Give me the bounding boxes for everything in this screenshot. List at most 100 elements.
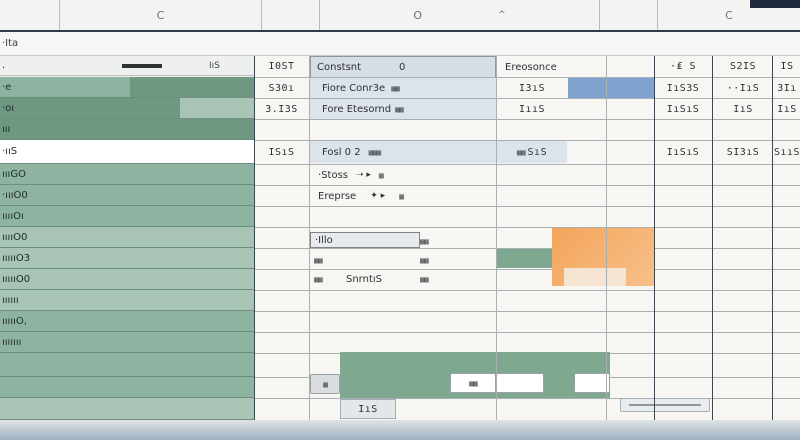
- col-header-e[interactable]: S2IS: [714, 56, 772, 76]
- cell-a3[interactable]: ISıS: [254, 141, 309, 163]
- row-label: ıııGO: [2, 168, 26, 180]
- cell-e3[interactable]: SI3ıS: [714, 141, 772, 163]
- cell-d2[interactable]: IıSıS: [654, 99, 712, 119]
- input-box[interactable]: [574, 373, 610, 393]
- cell-e1[interactable]: ··IıS: [714, 78, 772, 98]
- cell-b1[interactable]: Fiore Conr3e ▦▦: [310, 78, 496, 98]
- cell-b6-label: ·Illo: [315, 234, 333, 246]
- col-header-c[interactable]: Ereosonce: [497, 56, 567, 78]
- cell-f3[interactable]: SııS: [774, 141, 800, 163]
- col-divider: [712, 56, 713, 420]
- toolbar-cell-3[interactable]: [262, 0, 320, 30]
- row-label: ·e: [2, 81, 12, 93]
- glyph-cluster: ▦▦: [391, 83, 400, 93]
- toolbar-cell-4-label: O: [413, 8, 423, 22]
- row-item[interactable]: ıııııO3: [0, 248, 254, 269]
- cell-f2[interactable]: IıS: [774, 99, 800, 119]
- bottom-bar: [0, 420, 800, 440]
- cell-c1[interactable]: I3ıS: [497, 78, 567, 98]
- cell-b3-label: Fosl 0 2: [322, 146, 361, 158]
- cell-a1[interactable]: S30ı: [254, 78, 309, 98]
- row-item[interactable]: [0, 377, 254, 398]
- row-item[interactable]: ııııııı: [0, 332, 254, 353]
- col-divider: [654, 56, 655, 420]
- row-item[interactable]: ıııııO0: [0, 269, 254, 290]
- col-divider: [606, 56, 607, 420]
- cell-b4[interactable]: ·Stoss ➝ ▸ ▦: [316, 165, 496, 185]
- row-divider: [254, 269, 800, 270]
- row-label: ·oı: [2, 102, 15, 114]
- row-divider: [254, 332, 800, 333]
- row-item[interactable]: [0, 398, 254, 420]
- toolbar-cell-1[interactable]: [0, 0, 60, 30]
- cell-d3[interactable]: IıSıS: [654, 141, 712, 163]
- arrow-right-icon: ➝ ▸: [356, 170, 371, 180]
- row-label: ıııııı: [2, 294, 19, 306]
- cell-e2[interactable]: IıS: [714, 99, 772, 119]
- cell-grid: I0ST Constsnt 0 Ereosonce ·₤ S S2IS IS S…: [254, 56, 800, 420]
- row-label: ııııııı: [2, 336, 22, 348]
- row-item[interactable]: ııııOı: [0, 206, 254, 227]
- cell-c2[interactable]: IııS: [497, 99, 567, 119]
- cell-d1[interactable]: IıS3S: [654, 78, 712, 98]
- row-fill: [130, 77, 254, 97]
- scrollbar-thumb[interactable]: [629, 404, 701, 406]
- col-header-b-mid: 0: [399, 61, 406, 73]
- glyph-cluster: ▦▦: [395, 104, 404, 114]
- row-item[interactable]: ·ıııO0: [0, 185, 254, 206]
- cell-bottom-a[interactable]: IıS: [340, 399, 396, 419]
- glyph-cluster: ▦▦: [420, 255, 429, 265]
- glyph-box[interactable]: ▦: [310, 374, 340, 394]
- spreadsheet-window: C O ^ C ·Ita . IıS ·e ·oı ııı ·ııS ıııGO…: [0, 0, 800, 440]
- glyph-cluster: ▦▦: [314, 255, 323, 265]
- toolbar-cell-4[interactable]: O ^: [320, 0, 600, 30]
- glyph-cluster: ▦▦: [420, 236, 429, 246]
- col-header-a[interactable]: I0ST: [254, 56, 309, 76]
- glyph-cluster: ▦▦▦: [368, 147, 381, 157]
- cell-b6[interactable]: ·Illo: [310, 232, 420, 248]
- row-item[interactable]: ıııııO,: [0, 311, 254, 332]
- row-item[interactable]: ·e: [0, 77, 254, 98]
- col-header-f[interactable]: IS: [774, 56, 800, 76]
- glyph-cluster: ▦: [399, 191, 404, 201]
- row-header-column: . IıS ·e ·oı ııı ·ııS ıııGO ·ıııO0 ııııO…: [0, 56, 254, 420]
- toolbar-cell-5[interactable]: [600, 0, 658, 30]
- row-item-selected[interactable]: ·ııS: [0, 140, 254, 164]
- row-item[interactable]: ·oı: [0, 98, 254, 119]
- col-header-b[interactable]: Constsnt 0: [310, 56, 496, 78]
- glyph-cluster: ▦▦: [420, 274, 429, 284]
- row-divider: [254, 398, 800, 399]
- cell-b3[interactable]: Fosl 0 2 ▦▦▦: [310, 141, 496, 163]
- row-item[interactable]: ıııııı: [0, 290, 254, 311]
- row-item[interactable]: ııı: [0, 119, 254, 140]
- toolbar-cell-2[interactable]: C: [60, 0, 262, 30]
- cell-b5[interactable]: Ereprse ✦ ▸ ▦: [316, 186, 496, 206]
- horizontal-scrollbar[interactable]: [620, 398, 710, 412]
- name-box[interactable]: ·Ita: [0, 32, 800, 56]
- toolbar: C O ^ C: [0, 0, 800, 32]
- cell-b2[interactable]: Fore Etesornd ▦▦: [310, 99, 496, 119]
- cell-f1[interactable]: 3Iı: [774, 78, 800, 98]
- row-item[interactable]: [0, 353, 254, 377]
- row-divider: [254, 227, 800, 228]
- col-header-d[interactable]: ·₤ S: [654, 56, 712, 76]
- cell-a2[interactable]: 3.I3S: [254, 99, 309, 119]
- cell-b4-label: ·Stoss: [318, 169, 348, 181]
- glyph-cluster: ▦▦: [469, 378, 478, 388]
- orange-inner: [564, 268, 626, 286]
- row-divider: [254, 119, 800, 120]
- col-divider: [772, 56, 773, 420]
- cell-b8[interactable]: SnrntıS: [346, 270, 416, 288]
- row-label: ·ııS: [2, 146, 18, 157]
- row-item[interactable]: ıııGO: [0, 164, 254, 185]
- row-header-top: . IıS: [0, 56, 254, 76]
- input-box[interactable]: ▦▦: [450, 373, 496, 393]
- cell-b5-label: Ereprse: [318, 190, 357, 202]
- sort-caret-icon[interactable]: ^: [498, 10, 506, 20]
- row-item[interactable]: ııııO0: [0, 227, 254, 248]
- cell-c3[interactable]: ▦▦ SıS: [497, 141, 567, 163]
- input-box[interactable]: [496, 373, 544, 393]
- row-label: ıııııO,: [2, 315, 27, 327]
- cell-c3-label: SıS: [527, 146, 548, 158]
- highlight-blue-cell[interactable]: [568, 78, 654, 98]
